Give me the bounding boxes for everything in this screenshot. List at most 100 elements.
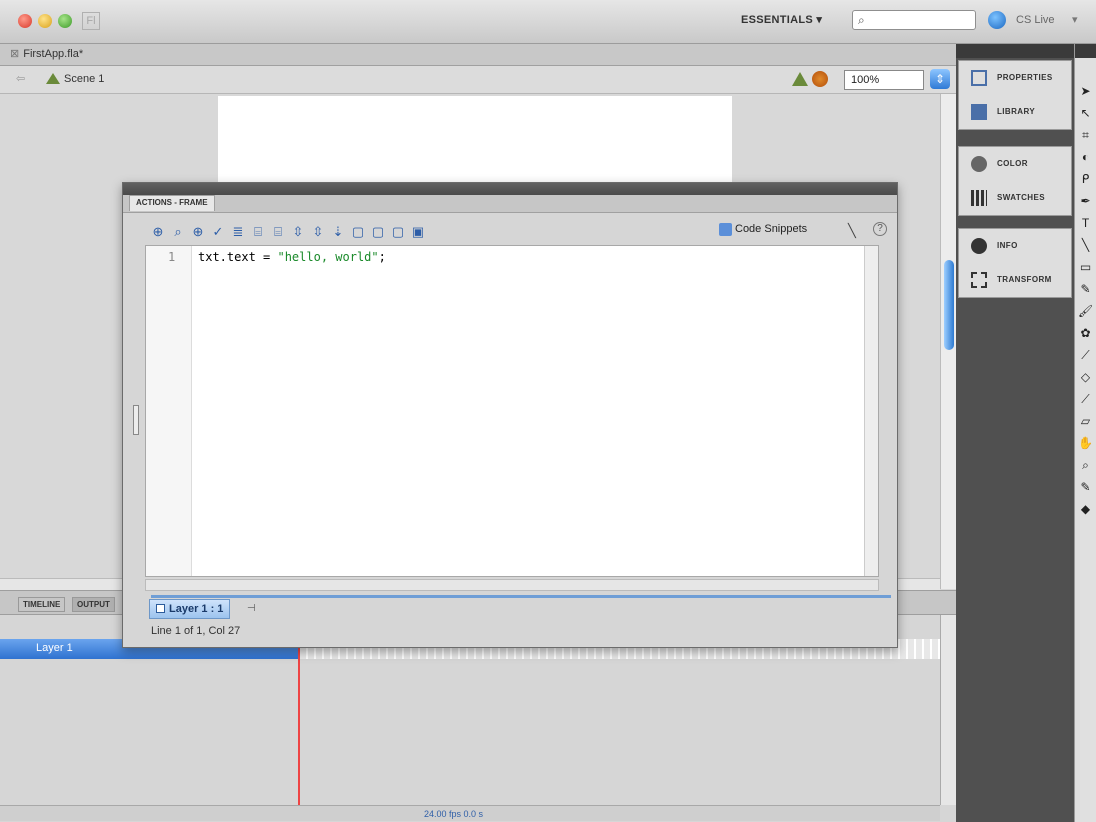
subselection-tool-icon[interactable]: ↖	[1075, 102, 1096, 124]
dock-item-library[interactable]: LIBRARY	[959, 95, 1071, 129]
edit-symbols-icon[interactable]	[812, 71, 828, 87]
cs-live-icon[interactable]	[988, 11, 1006, 29]
dock-group-3: INFO TRANSFORM	[958, 228, 1072, 298]
editor-horizontal-scrollbar[interactable]	[145, 579, 879, 591]
workspace-switcher[interactable]: ESSENTIALS ▾	[741, 13, 822, 26]
dock-item-label: TRANSFORM	[997, 275, 1052, 284]
color-icon	[971, 156, 987, 172]
debug-options-icon[interactable]: ⌸	[271, 225, 285, 239]
hand-tool-icon[interactable]: ✋	[1075, 432, 1096, 454]
script-editor[interactable]: 1 txt.text = "hello, world";	[145, 245, 879, 577]
line-tool-icon[interactable]: ╲	[1075, 234, 1096, 256]
lasso-tool-icon[interactable]: ᑭ	[1075, 168, 1096, 190]
dock-item-label: LIBRARY	[997, 107, 1036, 116]
collapse-selection-icon[interactable]: ⇳	[311, 225, 325, 239]
zoom-window-button[interactable]	[58, 14, 72, 28]
remove-comment-icon[interactable]: ▢	[391, 225, 405, 239]
dock-item-transform[interactable]: TRANSFORM	[959, 263, 1071, 297]
chevron-down-icon[interactable]: ▾	[1072, 13, 1078, 26]
tools-header[interactable]	[1075, 44, 1096, 58]
code-snippets-icon[interactable]	[719, 223, 732, 236]
deco-tool-icon[interactable]: ✿	[1075, 322, 1096, 344]
script-layer-tab-label: Layer 1 : 1	[169, 603, 224, 615]
brush-tool-icon[interactable]: 🖌	[1075, 300, 1096, 322]
zoom-dropdown-button[interactable]: ⇕	[930, 69, 950, 89]
editor-vertical-scrollbar[interactable]	[864, 246, 878, 576]
document-tab[interactable]: ⊠ FirstApp.fla*	[10, 47, 83, 60]
zoom-field[interactable]: 100%	[844, 70, 924, 90]
editor-divider	[151, 595, 891, 598]
panel-dock: PROPERTIES LIBRARY COLOR SWATCHES INFO T…	[956, 44, 1074, 822]
tab-timeline[interactable]: TIMELINE	[18, 597, 66, 612]
fill-color-icon[interactable]: ◆	[1075, 498, 1096, 520]
library-icon	[971, 104, 987, 120]
bone-tool-icon[interactable]: ⟋	[1075, 344, 1096, 366]
line-gutter: 1	[146, 246, 192, 576]
code-line[interactable]: txt.text = "hello, world";	[198, 250, 386, 264]
layer-name: Layer 1	[36, 642, 73, 654]
transform-icon	[971, 272, 987, 288]
close-icon[interactable]: ⊠	[10, 48, 19, 60]
stroke-color-icon[interactable]: ✎	[1075, 476, 1096, 498]
help-icon[interactable]: ?	[873, 222, 887, 236]
find-icon[interactable]: ⌕	[171, 225, 185, 239]
rectangle-tool-icon[interactable]: ▭	[1075, 256, 1096, 278]
help-search-input[interactable]: ⌕	[852, 10, 976, 30]
timeline-footer: 24.00 fps 0.0 s	[0, 805, 940, 821]
stage[interactable]	[218, 96, 732, 196]
pencil-tool-icon[interactable]: ✎	[1075, 278, 1096, 300]
check-syntax-icon[interactable]: ✓	[211, 225, 225, 239]
pin-script-icon[interactable]: ⊣	[247, 603, 256, 614]
line-comment-icon[interactable]: ▢	[371, 225, 385, 239]
show-hide-toolbox-icon[interactable]: ▣	[411, 225, 425, 239]
edit-scene-icon[interactable]	[792, 72, 808, 86]
expand-all-icon[interactable]: ⇣	[331, 225, 345, 239]
code-suffix: ;	[378, 250, 386, 264]
dock-item-color[interactable]: COLOR	[959, 147, 1071, 181]
timeline-vertical-scrollbar[interactable]	[940, 615, 956, 805]
stage-scroll-thumb[interactable]	[944, 260, 954, 350]
cs-live-label[interactable]: CS Live	[1016, 14, 1055, 26]
wand-icon[interactable]: ╲	[848, 223, 856, 239]
dock-item-label: COLOR	[997, 159, 1028, 168]
zoom-tool-icon[interactable]: ⌕	[1075, 454, 1096, 476]
eraser-tool-icon[interactable]: ▱	[1075, 410, 1096, 432]
3d-rotation-tool-icon[interactable]: ◐	[1075, 146, 1096, 168]
actions-panel-titlebar[interactable]	[123, 183, 897, 195]
script-layer-tab[interactable]: Layer 1 : 1	[149, 599, 231, 619]
tab-actions-frame[interactable]: ACTIONS - FRAME	[129, 195, 215, 211]
eyedropper-tool-icon[interactable]: ⟋	[1075, 388, 1096, 410]
code-hint-icon[interactable]: ⌸	[251, 225, 265, 239]
scene-icon	[46, 73, 60, 84]
back-arrow-icon[interactable]: ⇦	[16, 72, 25, 85]
text-tool-icon[interactable]: T	[1075, 212, 1096, 234]
title-bar: Fl ESSENTIALS ▾ ⌕ CS Live ▾	[0, 0, 1096, 44]
add-item-icon[interactable]: ⊕	[151, 225, 165, 239]
toolbox-collapse-handle[interactable]	[133, 405, 139, 435]
block-comment-icon[interactable]: ▢	[351, 225, 365, 239]
scene-label[interactable]: Scene 1	[64, 73, 104, 85]
frame-rate-readout[interactable]: 24.00 fps 0.0 s	[424, 809, 483, 819]
dock-item-label: SWATCHES	[997, 193, 1045, 202]
insert-target-icon[interactable]: ⊕	[191, 225, 205, 239]
stage-vertical-scrollbar[interactable]	[940, 94, 956, 589]
auto-format-icon[interactable]: ≣	[231, 225, 245, 239]
minimize-window-button[interactable]	[38, 14, 52, 28]
edit-bar: ⇦ Scene 1 100% ⇕	[0, 66, 956, 94]
code-snippets-button[interactable]: Code Snippets	[735, 223, 807, 235]
selection-tool-icon[interactable]: ➤	[1075, 80, 1096, 102]
code-prefix: txt.text =	[198, 250, 278, 264]
collapse-between-icon[interactable]: ⇳	[291, 225, 305, 239]
close-window-button[interactable]	[18, 14, 32, 28]
dock-item-swatches[interactable]: SWATCHES	[959, 181, 1071, 215]
paint-bucket-tool-icon[interactable]: ◇	[1075, 366, 1096, 388]
actions-tab-row	[123, 195, 897, 213]
pen-tool-icon[interactable]: ✒	[1075, 190, 1096, 212]
document-tab-label: FirstApp.fla*	[23, 48, 84, 60]
document-tab-bar: ⊠ FirstApp.fla*	[0, 44, 956, 66]
dock-header[interactable]	[956, 44, 1074, 58]
tab-output[interactable]: OUTPUT	[72, 597, 115, 612]
dock-item-properties[interactable]: PROPERTIES	[959, 61, 1071, 95]
free-transform-tool-icon[interactable]: ⌗	[1075, 124, 1096, 146]
dock-item-info[interactable]: INFO	[959, 229, 1071, 263]
